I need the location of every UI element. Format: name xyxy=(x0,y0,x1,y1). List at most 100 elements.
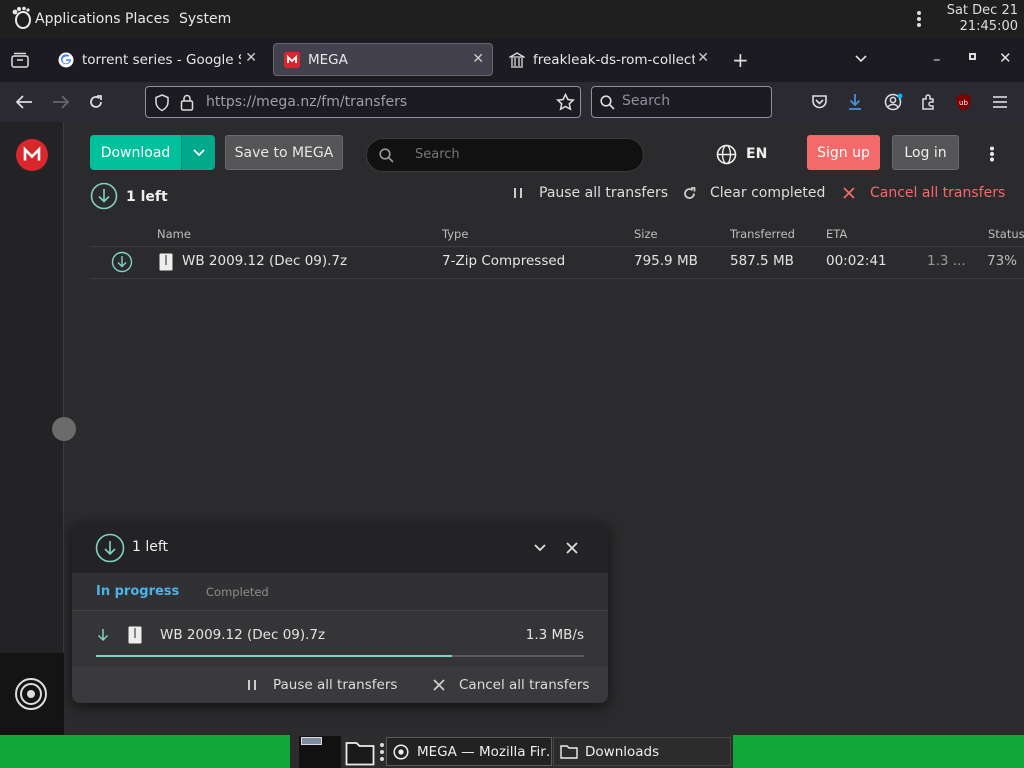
row-speed: 1.3 ... xyxy=(927,253,966,269)
minimize-icon[interactable]: – xyxy=(933,50,941,68)
task-firefox[interactable]: MEGA — Mozilla Fir… xyxy=(386,737,552,766)
task-downloads[interactable]: Downloads xyxy=(553,737,731,766)
taskbar: MEGA — Mozilla Fir… Downloads xyxy=(0,735,1024,768)
close-icon[interactable]: ✕ xyxy=(245,50,257,66)
row-eta: 00:02:41 xyxy=(826,253,887,269)
progress-track xyxy=(96,655,584,657)
workspace-switcher[interactable] xyxy=(299,736,341,768)
chevron-down-icon[interactable] xyxy=(534,544,546,552)
sidebar-collapse-handle[interactable] xyxy=(52,417,76,441)
close-icon[interactable]: ✕ xyxy=(472,51,484,67)
gnome-foot-icon[interactable] xyxy=(10,6,32,30)
widget-transfer-item[interactable]: WB 2009.12 (Dec 09).7z 1.3 MB/s xyxy=(72,611,608,667)
url-host: https://mega.nz xyxy=(206,94,317,110)
save-to-mega-button[interactable]: Save to MEGA xyxy=(225,135,343,170)
widget-tabs: In progress Completed xyxy=(72,573,608,611)
folder-icon[interactable] xyxy=(345,738,375,766)
clock[interactable]: Sat Dec 21 21:45:00 xyxy=(947,3,1018,35)
arrow-down-icon xyxy=(97,629,109,642)
new-tab-icon[interactable]: + xyxy=(732,48,749,72)
workspace-area-right xyxy=(733,735,1024,768)
row-file-type: 7-Zip Compressed xyxy=(442,253,566,269)
tab-in-progress[interactable]: In progress xyxy=(96,584,179,599)
tab-google-search[interactable]: torrent series - Google Search ✕ xyxy=(48,43,265,76)
tab-list-icon[interactable] xyxy=(11,52,29,68)
close-icon[interactable] xyxy=(566,542,578,554)
pause-all-transfers[interactable]: Pause all transfers xyxy=(512,185,668,201)
taskbar-handle-icon[interactable] xyxy=(379,742,385,762)
widget-left-count: 1 left xyxy=(132,539,169,555)
firefox-icon xyxy=(393,743,409,760)
download-circle-icon xyxy=(90,182,118,210)
menu-icon[interactable] xyxy=(992,95,1008,109)
system-menu[interactable]: System xyxy=(179,11,231,27)
ublock-icon[interactable]: ub xyxy=(955,93,972,111)
maximize-icon[interactable] xyxy=(969,53,976,60)
widget-pause-all[interactable]: Pause all transfers xyxy=(246,677,397,693)
search-icon xyxy=(600,95,615,110)
reload-icon[interactable] xyxy=(88,94,104,110)
shield-icon[interactable] xyxy=(154,94,170,112)
places-menu[interactable]: Places xyxy=(125,11,170,27)
lock-icon[interactable] xyxy=(180,94,194,111)
signup-button[interactable]: Sign up xyxy=(807,135,880,170)
extensions-icon[interactable] xyxy=(920,93,938,111)
pocket-icon[interactable] xyxy=(811,94,828,110)
close-icon[interactable]: ✕ xyxy=(697,50,709,66)
bookmark-star-icon[interactable] xyxy=(556,93,575,112)
folder-icon xyxy=(560,745,578,759)
login-button[interactable]: Log in xyxy=(892,135,959,170)
search-input[interactable] xyxy=(622,93,762,109)
tab-label: MEGA xyxy=(308,51,348,68)
clear-completed-label: Clear completed xyxy=(710,185,826,201)
download-options-button[interactable] xyxy=(181,135,215,170)
sidebar-footer xyxy=(0,653,64,735)
mega-search[interactable] xyxy=(366,138,644,172)
widget-cancel-all[interactable]: Cancel all transfers xyxy=(433,677,589,693)
url-path: /fm/transfers xyxy=(316,94,408,110)
column-eta[interactable]: ETA xyxy=(826,227,847,241)
download-button[interactable]: Download xyxy=(90,135,181,170)
panel-more-icon[interactable] xyxy=(916,10,922,28)
tab-archive[interactable]: freakleak-ds-rom-collection ✕ xyxy=(499,43,717,76)
widget-header: 1 left xyxy=(72,523,608,573)
back-icon[interactable] xyxy=(15,95,33,109)
top-panel: Applications Places System Sat Dec 21 21… xyxy=(0,0,1024,38)
search-bar[interactable] xyxy=(591,86,772,118)
close-icon xyxy=(433,679,445,691)
tab-mega[interactable]: MEGA ✕ xyxy=(273,43,493,76)
clock-time: 21:45:00 xyxy=(959,19,1018,34)
download-circle-icon xyxy=(111,251,133,273)
column-size[interactable]: Size xyxy=(634,227,658,241)
url-bar[interactable]: https://mega.nz/fm/transfers xyxy=(145,86,581,118)
cancel-all-transfers[interactable]: Cancel all transfers xyxy=(843,185,1005,201)
forward-icon[interactable] xyxy=(52,95,70,109)
url-text: https://mega.nz/fm/transfers xyxy=(206,94,407,110)
column-transferred[interactable]: Transferred xyxy=(730,227,795,241)
row-transferred: 587.5 MB xyxy=(730,253,794,269)
applications-menu[interactable]: Applications xyxy=(35,11,121,27)
tab-completed[interactable]: Completed xyxy=(206,585,269,599)
language-label[interactable]: EN xyxy=(746,146,767,162)
chevron-down-icon[interactable] xyxy=(855,55,867,63)
downloads-icon[interactable] xyxy=(848,93,862,111)
more-options-icon[interactable] xyxy=(989,146,995,162)
progress-fill xyxy=(96,655,453,657)
transfer-manager-icon[interactable] xyxy=(13,676,49,712)
download-circle-icon xyxy=(95,533,125,563)
workspace-1[interactable] xyxy=(301,737,322,745)
nav-bar: https://mega.nz/fm/transfers ub xyxy=(0,82,1024,122)
archive-file-icon xyxy=(159,253,173,271)
tab-label: freakleak-ds-rom-collection xyxy=(533,51,695,68)
mega-logo-icon[interactable] xyxy=(16,139,48,171)
globe-icon[interactable] xyxy=(716,144,737,165)
account-icon[interactable] xyxy=(884,93,904,111)
column-status[interactable]: Status xyxy=(988,227,1024,241)
window-close-icon[interactable]: ✕ xyxy=(999,49,1012,67)
clear-completed[interactable]: Clear completed xyxy=(683,185,825,201)
column-name[interactable]: Name xyxy=(157,227,191,241)
refresh-icon xyxy=(684,186,696,199)
mega-search-input[interactable] xyxy=(415,147,625,162)
column-type[interactable]: Type xyxy=(442,227,468,241)
widget-footer: Pause all transfers Cancel all transfers xyxy=(72,667,608,703)
